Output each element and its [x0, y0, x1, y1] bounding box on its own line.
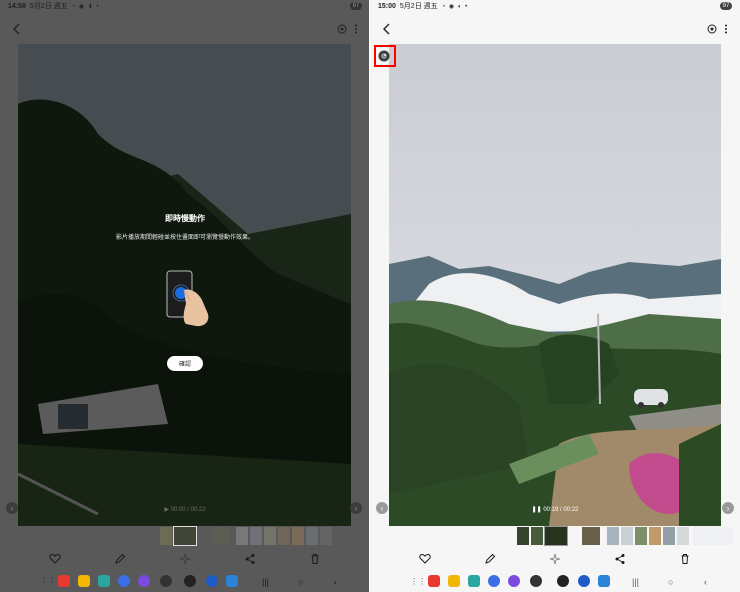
thumbnail[interactable] [531, 527, 543, 545]
notification-icons: ◔ ◉ ◐ • [441, 3, 469, 10]
app-icon[interactable] [428, 575, 440, 587]
trash-icon[interactable] [309, 553, 321, 565]
playback-current: 00:00 [170, 507, 186, 513]
app-icon[interactable] [448, 575, 460, 587]
thumbnail[interactable] [320, 527, 332, 545]
playback-current: 00:19 [543, 507, 559, 513]
pencil-icon[interactable] [484, 553, 496, 565]
playback-total: 00:22 [190, 507, 206, 513]
pause-icon[interactable]: ❚❚ [532, 507, 542, 513]
thumbnail[interactable] [582, 527, 600, 545]
confirm-button[interactable]: 確認 [167, 356, 203, 371]
thumbnail[interactable] [212, 527, 230, 545]
thumbnail[interactable] [663, 527, 675, 545]
back-nav-icon[interactable]: ‹ [334, 577, 337, 587]
thumbnail[interactable] [693, 527, 733, 545]
thumbnail[interactable] [278, 527, 290, 545]
share-icon[interactable] [614, 553, 626, 565]
trash-icon[interactable] [679, 553, 691, 565]
app-icon[interactable] [206, 575, 218, 587]
taskbar: ⋮⋮ ||| ○ ‹ [0, 572, 370, 592]
hand-phone-illustration [166, 270, 209, 327]
landscape-video-image [389, 44, 721, 526]
thumbnail[interactable] [250, 527, 262, 545]
recents-nav-icon[interactable]: ||| [262, 577, 269, 587]
thumbnail-strip [0, 526, 370, 546]
thumbnail[interactable] [160, 527, 172, 545]
playback-total: 00:22 [563, 507, 579, 513]
status-bar: 15:00 5月2日 週五 ◔ ◉ ◐ • 97 [370, 0, 740, 12]
thumbnail[interactable] [607, 527, 619, 545]
heart-icon[interactable] [49, 553, 61, 565]
status-bar: 14:58 5月2日 週五 ◔ ◉ ⬇ • 97 [0, 0, 370, 12]
home-nav-icon[interactable]: ○ [668, 577, 673, 587]
status-date: 5月2日 週五 [399, 3, 438, 10]
recents-nav-icon[interactable]: ||| [632, 577, 639, 587]
app-icon[interactable] [530, 575, 542, 587]
app-icon[interactable] [78, 575, 90, 587]
calendar-app-icon[interactable] [98, 575, 110, 587]
playback-controls: ❚❚ 00:19 / 00:22 [531, 507, 579, 513]
top-bar [0, 18, 370, 40]
app-icon[interactable] [508, 575, 520, 587]
status-time: 15:00 [378, 2, 396, 10]
tutorial-description: 影片播放期間輕碰並按住畫面即可瀏覽慢動作效果。 [115, 235, 254, 241]
back-arrow-icon[interactable] [380, 22, 394, 36]
thumbnail[interactable] [292, 527, 304, 545]
thumbnail[interactable] [635, 527, 647, 545]
left-screenshot: 14:58 5月2日 週五 ◔ ◉ ⬇ • 97 即時慢動作 影片播放期間輕碰並… [0, 0, 370, 592]
motion-photo-icon[interactable] [336, 23, 348, 35]
thumbnail-current[interactable] [173, 526, 197, 546]
bottom-action-bar [0, 550, 370, 568]
status-time: 14:58 [8, 2, 26, 10]
video-frame[interactable] [389, 44, 721, 526]
app-icon[interactable] [488, 575, 500, 587]
battery-indicator: 97 [350, 2, 362, 10]
share-icon[interactable] [244, 553, 256, 565]
app-icon[interactable] [160, 575, 172, 587]
more-vertical-icon[interactable] [720, 23, 732, 35]
app-icon[interactable] [226, 575, 238, 587]
back-arrow-icon[interactable] [10, 22, 24, 36]
battery-indicator: 97 [720, 2, 732, 10]
heart-icon[interactable] [419, 553, 431, 565]
calendar-app-icon[interactable] [468, 575, 480, 587]
tutorial-title: 即時慢動作 [165, 214, 205, 223]
app-drawer-icon[interactable]: ⋮⋮ [410, 577, 426, 586]
app-icon[interactable] [578, 575, 590, 587]
more-vertical-icon[interactable] [350, 23, 362, 35]
sparkle-icon[interactable] [179, 553, 191, 565]
pencil-icon[interactable] [114, 553, 126, 565]
back-nav-icon[interactable]: ‹ [704, 577, 707, 587]
bottom-action-bar [370, 550, 740, 568]
highlight-box [374, 45, 396, 67]
thumbnail[interactable] [621, 527, 633, 545]
app-icon[interactable] [138, 575, 150, 587]
thumbnail[interactable] [306, 527, 318, 545]
app-icon[interactable] [58, 575, 70, 587]
motion-photo-icon[interactable] [706, 23, 718, 35]
thumbnail[interactable] [649, 527, 661, 545]
right-screenshot: 15:00 5月2日 週五 ◔ ◉ ◐ • 97 ‹ › ❚❚ 00:19 / … [370, 0, 740, 592]
top-bar [370, 18, 740, 40]
home-nav-icon[interactable]: ○ [298, 577, 303, 587]
playback-controls: ▶ 00:00 / 00:22 [164, 507, 206, 513]
app-icon[interactable] [184, 575, 196, 587]
app-icon[interactable] [598, 575, 610, 587]
app-icon[interactable] [557, 575, 569, 587]
thumbnail[interactable] [677, 527, 689, 545]
thumbnail[interactable] [517, 527, 529, 545]
taskbar: ⋮⋮ ||| ○ ‹ [370, 572, 740, 592]
thumbnail[interactable] [264, 527, 276, 545]
thumbnail[interactable] [236, 527, 248, 545]
notification-icons: ◔ ◉ ⬇ • [71, 3, 100, 10]
status-date: 5月2日 週五 [29, 3, 68, 10]
sparkle-icon[interactable] [549, 553, 561, 565]
thumbnail-current[interactable] [544, 526, 568, 546]
play-icon[interactable]: ▶ [164, 507, 169, 513]
thumbnail-strip [370, 526, 740, 546]
app-drawer-icon[interactable]: ⋮⋮ [40, 577, 56, 586]
app-icon[interactable] [118, 575, 130, 587]
